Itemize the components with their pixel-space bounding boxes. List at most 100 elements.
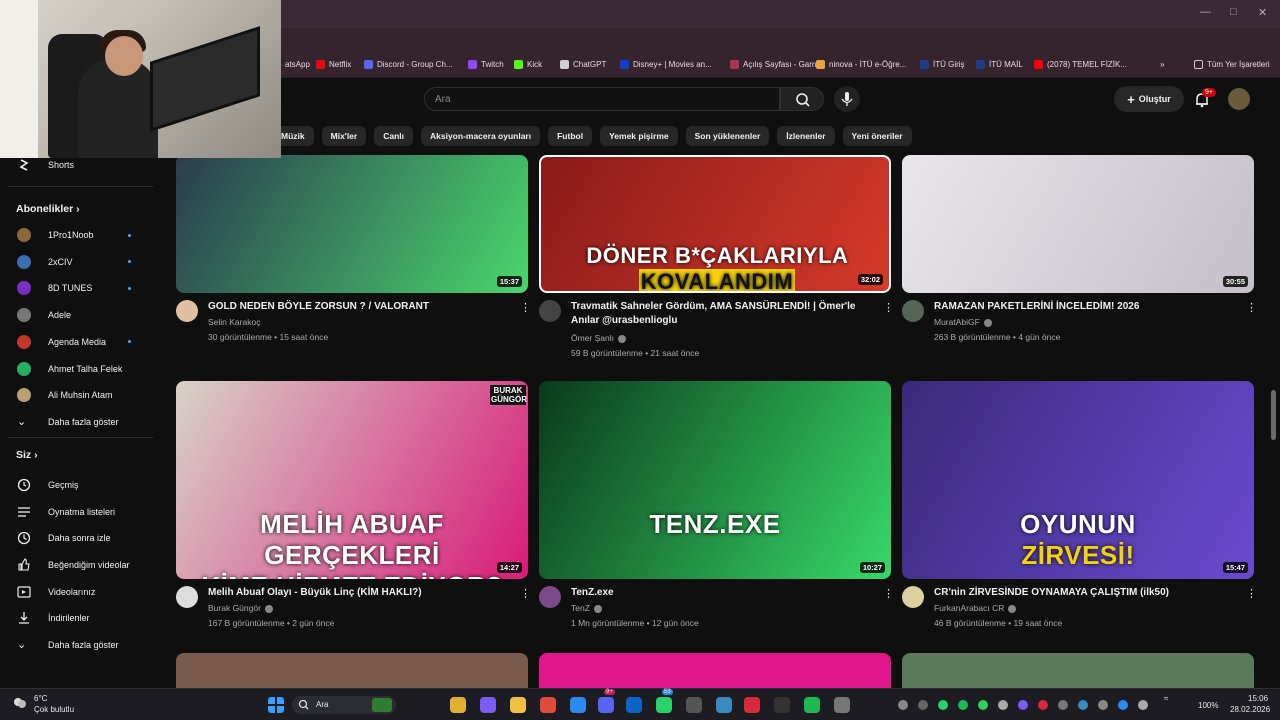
channel-avatar[interactable] xyxy=(176,586,198,608)
scrollbar[interactable] xyxy=(1271,390,1276,440)
video-thumbnail[interactable]: MELİH ABUAF GERÇEKLERİKİME HİZMET EDİYOR… xyxy=(176,381,528,579)
bookmark-item[interactable]: ninova - İTÜ e-Öğre... xyxy=(816,60,906,69)
sidebar-item-playlist[interactable]: Oynatma listeleri xyxy=(0,499,160,525)
store-icon[interactable] xyxy=(570,697,586,713)
minimize-icon[interactable]: — xyxy=(1200,6,1211,18)
more-options-icon[interactable]: ⋮ xyxy=(520,302,531,314)
tray-icon[interactable] xyxy=(1038,700,1048,710)
create-button[interactable]: + Oluştur xyxy=(1114,86,1184,112)
whatsapp-icon[interactable] xyxy=(656,697,672,713)
folder-icon[interactable] xyxy=(510,697,526,713)
video-thumbnail[interactable]: 15:37 xyxy=(176,155,528,293)
bookmark-item[interactable]: Twitch xyxy=(468,60,504,69)
channel-name[interactable]: Ömer Şanlı xyxy=(571,333,626,343)
chip-8[interactable]: Yeni öneriler xyxy=(842,126,912,146)
sidebar-item-download[interactable]: İndirilenler xyxy=(0,605,160,631)
bookmark-item[interactable]: İTÜ MAİL xyxy=(976,60,1023,69)
windows-start-icon[interactable] xyxy=(268,697,284,713)
more-options-icon[interactable]: ⋮ xyxy=(1246,302,1257,314)
sidebar-item-channel[interactable]: 8D TUNES xyxy=(0,275,160,301)
tray-icon[interactable] xyxy=(938,700,948,710)
bookmark-item[interactable]: Discord - Group Ch... xyxy=(364,60,453,69)
channel-avatar[interactable] xyxy=(539,586,561,608)
you-heading[interactable]: Siz › xyxy=(16,449,38,461)
show-more-button[interactable]: ⌄ Daha fazla göster xyxy=(0,409,160,435)
clock-date[interactable]: 28.02.2026 xyxy=(1230,705,1270,714)
sidebar-item-thumb-up[interactable]: Beğendiğim videolar xyxy=(0,552,160,578)
tray-icon[interactable] xyxy=(1118,700,1128,710)
bookmark-item[interactable]: Netflix xyxy=(316,60,351,69)
chip-4[interactable]: Futbol xyxy=(548,126,593,146)
sidebar-item-clock[interactable]: Daha sonra izle xyxy=(0,525,160,551)
tray-icon[interactable] xyxy=(1138,700,1148,710)
voice-search-button[interactable] xyxy=(834,86,860,112)
tray-icon[interactable] xyxy=(978,700,988,710)
tool-icon[interactable] xyxy=(834,697,850,713)
tray-icon[interactable] xyxy=(898,700,908,710)
close-icon[interactable]: ✕ xyxy=(1258,6,1267,19)
settings-icon[interactable] xyxy=(716,697,732,713)
sidebar-item-channel[interactable]: Agenda Media xyxy=(0,329,160,355)
video-thumbnail[interactable]: TENZ.EXE 10:27 xyxy=(539,381,891,579)
outlook-icon[interactable] xyxy=(626,697,642,713)
channel-name[interactable]: Burak Güngör xyxy=(208,603,273,613)
tray-icon[interactable] xyxy=(1018,700,1028,710)
bookmark-item[interactable]: (2078) TEMEL FİZİK... xyxy=(1034,60,1127,69)
video-thumbnail[interactable]: DÖNER B*ÇAKLARIYLA KOVALANDIM 32:02 xyxy=(539,155,891,293)
video-thumbnail[interactable] xyxy=(539,653,891,688)
video-title[interactable]: Melih Abuaf Olayı - Büyük Linç (KİM HAKL… xyxy=(208,586,508,600)
bookmark-item[interactable]: Disney+ | Movies an... xyxy=(620,60,712,69)
channel-name[interactable]: TenZ xyxy=(571,603,602,613)
sidebar-item-channel[interactable]: Ahmet Talha Felek xyxy=(0,356,160,382)
video-title[interactable]: TenZ.exe xyxy=(571,586,871,600)
maximize-icon[interactable]: □ xyxy=(1230,6,1237,18)
vivaldi-icon[interactable] xyxy=(744,697,760,713)
clock-time[interactable]: 15:06 xyxy=(1248,694,1268,703)
chip-2[interactable]: Canlı xyxy=(374,126,413,146)
search-input[interactable]: Ara xyxy=(424,87,780,111)
more-options-icon[interactable]: ⋮ xyxy=(520,588,531,600)
bookmark-item[interactable]: Kick xyxy=(514,60,542,69)
search-button[interactable] xyxy=(780,87,824,111)
more-options-icon[interactable]: ⋮ xyxy=(883,302,894,314)
account-avatar[interactable] xyxy=(1228,88,1250,110)
app-icon[interactable] xyxy=(686,697,702,713)
sidebar-item-history[interactable]: Geçmiş xyxy=(0,472,160,498)
bookmarks-overflow-button[interactable]: » xyxy=(1160,60,1164,69)
copilot-icon[interactable] xyxy=(480,697,496,713)
all-bookmarks-button[interactable]: Tüm Yer İşaretleri xyxy=(1194,60,1270,69)
chip-0[interactable]: Müzik xyxy=(281,126,314,146)
obs-icon[interactable] xyxy=(774,697,790,713)
tray-icon[interactable] xyxy=(1078,700,1088,710)
tray-icon[interactable] xyxy=(1058,700,1068,710)
channel-name[interactable]: FurkanArabacı CR xyxy=(934,603,1017,613)
chip-3[interactable]: Aksiyon-macera oyunları xyxy=(421,126,541,146)
tray-icon[interactable] xyxy=(918,700,928,710)
show-more-button[interactable]: ⌄ Daha fazla göster xyxy=(0,632,160,658)
tray-icon[interactable] xyxy=(958,700,968,710)
more-options-icon[interactable]: ⋮ xyxy=(883,588,894,600)
video-thumbnail[interactable] xyxy=(902,653,1254,688)
channel-name[interactable]: MuratAbiGF xyxy=(934,317,992,327)
sidebar-item-channel[interactable]: 1Pro1Noob xyxy=(0,222,160,248)
channel-avatar[interactable] xyxy=(539,300,561,322)
channel-avatar[interactable] xyxy=(902,300,924,322)
weather-icon[interactable] xyxy=(12,695,28,711)
video-title[interactable]: Travmatik Sahneler Gördüm, AMA SANSÜRLEN… xyxy=(571,300,871,328)
video-thumbnail[interactable] xyxy=(176,653,528,688)
discord-icon[interactable] xyxy=(598,697,614,713)
chrome-icon[interactable] xyxy=(540,697,556,713)
tray-icon[interactable] xyxy=(1098,700,1108,710)
video-title[interactable]: GOLD NEDEN BÖYLE ZORSUN ? / VALORANT xyxy=(208,300,508,314)
sidebar-item-video[interactable]: Videolarınız xyxy=(0,579,160,605)
taskbar-search[interactable]: Ara xyxy=(292,696,396,714)
channel-avatar[interactable] xyxy=(176,300,198,322)
file-explorer-icon[interactable] xyxy=(450,697,466,713)
subscriptions-heading[interactable]: Abonelikler › xyxy=(16,203,80,215)
video-title[interactable]: RAMAZAN PAKETLERİNİ İNCELEDİM! 2026 xyxy=(934,300,1234,314)
sidebar-item-channel[interactable]: Adele xyxy=(0,302,160,328)
channel-avatar[interactable] xyxy=(902,586,924,608)
wifi-icon[interactable]: ≈ xyxy=(1164,694,1168,703)
bookmark-item[interactable]: Açılış Sayfası - Garn... xyxy=(730,60,823,69)
video-thumbnail[interactable]: 30:55 xyxy=(902,155,1254,293)
